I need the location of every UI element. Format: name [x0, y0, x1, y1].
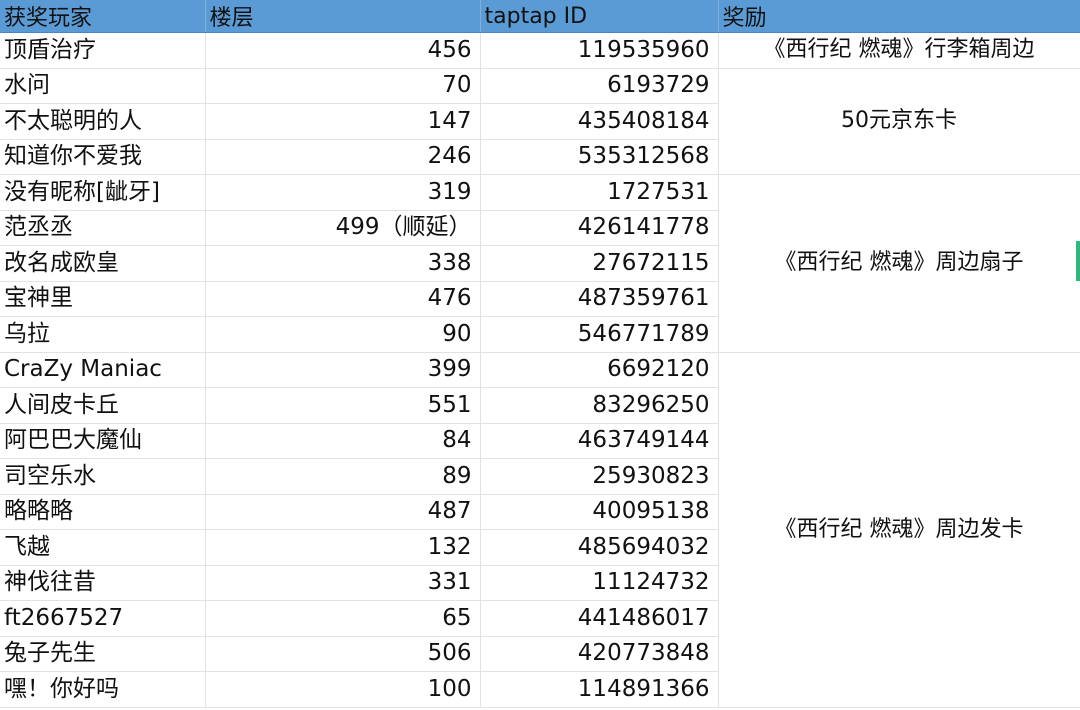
cell-player-name[interactable]: 知道你不爱我: [0, 139, 206, 175]
cell-taptap-id[interactable]: 546771789: [480, 316, 719, 353]
cell-taptap-id[interactable]: 1727531: [480, 174, 719, 211]
cell-player-name[interactable]: CraZy Maniac: [0, 352, 206, 388]
cell-player-name[interactable]: ft2667527: [0, 600, 206, 637]
cell-taptap-id[interactable]: 11124732: [480, 565, 719, 601]
cell-player-name[interactable]: 范丞丞: [0, 210, 206, 246]
cell-floor[interactable]: 319: [205, 174, 481, 211]
cell-floor[interactable]: 476: [205, 281, 481, 317]
cell-player-name[interactable]: 嘿！你好吗: [0, 671, 206, 708]
cell-floor[interactable]: 132: [205, 529, 481, 566]
cell-taptap-id[interactable]: 426141778: [480, 210, 719, 246]
cell-taptap-id[interactable]: 119535960: [480, 32, 719, 69]
cell-taptap-id[interactable]: 441486017: [480, 600, 719, 637]
cell-player-name[interactable]: 水问: [0, 68, 206, 104]
cell-floor[interactable]: 70: [205, 68, 481, 104]
cell-taptap-id[interactable]: 114891366: [480, 671, 719, 708]
cell-player-name[interactable]: 改名成欧皇: [0, 245, 206, 282]
cell-reward[interactable]: 《西行纪 燃魂》周边扇子: [718, 174, 1080, 353]
cell-player-name[interactable]: 乌拉: [0, 316, 206, 353]
cell-player-name[interactable]: 神伐往昔: [0, 565, 206, 601]
cell-taptap-id[interactable]: 27672115: [480, 245, 719, 282]
cell-floor[interactable]: 399: [205, 352, 481, 388]
cell-player-name[interactable]: 司空乐水: [0, 458, 206, 495]
cell-floor[interactable]: 456: [205, 32, 481, 69]
cell-taptap-id[interactable]: 435408184: [480, 103, 719, 140]
cell-floor[interactable]: 506: [205, 636, 481, 672]
header-floor[interactable]: 楼层: [205, 0, 481, 33]
cell-taptap-id[interactable]: 83296250: [480, 387, 719, 424]
cell-floor[interactable]: 487: [205, 494, 481, 530]
cell-floor[interactable]: 90: [205, 316, 481, 353]
cell-taptap-id[interactable]: 6193729: [480, 68, 719, 104]
cell-floor[interactable]: 84: [205, 423, 481, 459]
cell-reward[interactable]: 50元京东卡: [718, 68, 1080, 175]
cell-taptap-id[interactable]: 40095138: [480, 494, 719, 530]
cell-taptap-id[interactable]: 463749144: [480, 423, 719, 459]
cell-player-name[interactable]: 不太聪明的人: [0, 103, 206, 140]
cell-taptap-id[interactable]: 485694032: [480, 529, 719, 566]
cell-taptap-id[interactable]: 420773848: [480, 636, 719, 672]
cell-floor[interactable]: 338: [205, 245, 481, 282]
cell-player-name[interactable]: 阿巴巴大魔仙: [0, 423, 206, 459]
header-reward[interactable]: 奖励: [718, 0, 1080, 33]
cell-floor[interactable]: 246: [205, 139, 481, 175]
spreadsheet: 获奖玩家 楼层 taptap ID 奖励 顶盾治疗 456 119535960 《西行…: [0, 0, 1080, 710]
header-row: 获奖玩家 楼层 taptap ID 奖励: [0, 0, 1080, 33]
cell-taptap-id[interactable]: 535312568: [480, 139, 719, 175]
table-row: 水问 70 6193729 50元京东卡: [0, 68, 1080, 175]
header-name[interactable]: 获奖玩家: [0, 0, 206, 33]
cell-taptap-id[interactable]: 6692120: [480, 352, 719, 388]
header-taptap-id[interactable]: taptap ID: [480, 0, 719, 33]
cell-floor[interactable]: 100: [205, 671, 481, 708]
cell-player-name[interactable]: 兔子先生: [0, 636, 206, 672]
cell-player-name[interactable]: 略略略: [0, 494, 206, 530]
table-body: 顶盾治疗 456 119535960 《西行纪 燃魂》行李箱周边 水问 70 6193729…: [0, 32, 1080, 708]
table-row: CraZy Maniac 399 6692120 《西行纪 燃魂》周边发卡: [0, 352, 1080, 708]
table-row: 没有昵称[龇牙] 319 1727531 《西行纪 燃魂》周边扇子: [0, 174, 1080, 353]
cell-player-name[interactable]: 人间皮卡丘: [0, 387, 206, 424]
cell-floor[interactable]: 147: [205, 103, 481, 140]
cell-player-name[interactable]: 飞越: [0, 529, 206, 566]
cell-player-name[interactable]: 没有昵称[龇牙]: [0, 174, 206, 211]
cell-floor[interactable]: 331: [205, 565, 481, 601]
cell-floor[interactable]: 65: [205, 600, 481, 637]
cell-reward[interactable]: 《西行纪 燃魂》周边发卡: [718, 352, 1080, 708]
cell-reward[interactable]: 《西行纪 燃魂》行李箱周边: [718, 32, 1080, 69]
selection-marker: [1076, 241, 1080, 281]
cell-player-name[interactable]: 顶盾治疗: [0, 32, 206, 69]
cell-floor[interactable]: 89: [205, 458, 481, 495]
winners-table: 获奖玩家 楼层 taptap ID 奖励 顶盾治疗 456 119535960 《西行…: [0, 0, 1080, 708]
cell-taptap-id[interactable]: 25930823: [480, 458, 719, 495]
cell-taptap-id[interactable]: 487359761: [480, 281, 719, 317]
cell-floor[interactable]: 551: [205, 387, 481, 424]
cell-player-name[interactable]: 宝神里: [0, 281, 206, 317]
cell-floor[interactable]: 499（顺延）: [205, 210, 481, 246]
table-row: 顶盾治疗 456 119535960 《西行纪 燃魂》行李箱周边: [0, 32, 1080, 69]
